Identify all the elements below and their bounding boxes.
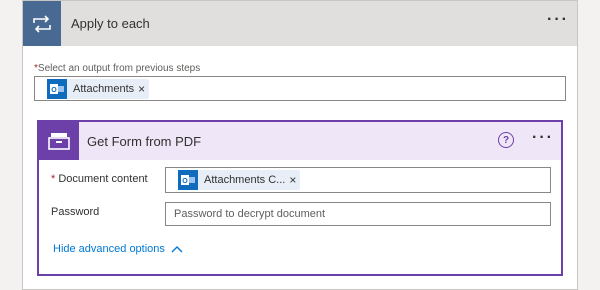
select-output-label: *Select an output from previous steps <box>34 63 200 74</box>
outlook-icon: O <box>178 170 198 190</box>
document-content-label: * Document content <box>51 173 148 185</box>
password-input[interactable]: Password to decrypt document <box>165 202 551 226</box>
outlook-icon: O <box>47 79 67 99</box>
svg-text:O: O <box>51 87 57 94</box>
hide-advanced-options-label: Hide advanced options <box>53 243 165 255</box>
attachments-token-label: Attachments <box>73 83 135 95</box>
remove-token-icon[interactable]: × <box>289 173 300 187</box>
apply-to-each-title: Apply to each <box>71 16 150 31</box>
get-form-from-pdf-title: Get Form from PDF <box>87 134 202 149</box>
hide-advanced-options-link[interactable]: Hide advanced options <box>53 243 183 255</box>
attachments-content-token[interactable]: O Attachments C... × <box>178 170 301 190</box>
document-content-field[interactable]: O Attachments C... × <box>165 167 551 193</box>
apply-to-each-header[interactable]: Apply to each ··· <box>23 1 577 46</box>
svg-text:O: O <box>182 178 188 185</box>
password-label: Password <box>51 206 100 218</box>
help-icon[interactable]: ? <box>498 132 514 148</box>
loop-icon <box>23 1 61 46</box>
get-form-from-pdf-card: Get Form from PDF ? ··· * Document conte… <box>37 120 563 276</box>
get-form-from-pdf-header[interactable]: Get Form from PDF ? ··· <box>39 122 561 160</box>
pdf-form-icon <box>39 122 79 160</box>
attachments-token[interactable]: O Attachments × <box>47 79 150 99</box>
password-placeholder: Password to decrypt document <box>174 208 326 220</box>
apply-to-each-more-button[interactable]: ··· <box>547 11 569 29</box>
document-content-label-text: Document content <box>58 173 148 185</box>
select-output-field[interactable]: O Attachments × <box>34 76 566 101</box>
required-mark: * <box>51 173 56 185</box>
chevron-up-icon <box>171 246 183 253</box>
attachments-content-token-label: Attachments C... <box>204 174 286 186</box>
action-more-button[interactable]: ··· <box>532 129 554 147</box>
select-output-label-text: Select an output from previous steps <box>37 63 201 74</box>
remove-token-icon[interactable]: × <box>138 82 149 96</box>
